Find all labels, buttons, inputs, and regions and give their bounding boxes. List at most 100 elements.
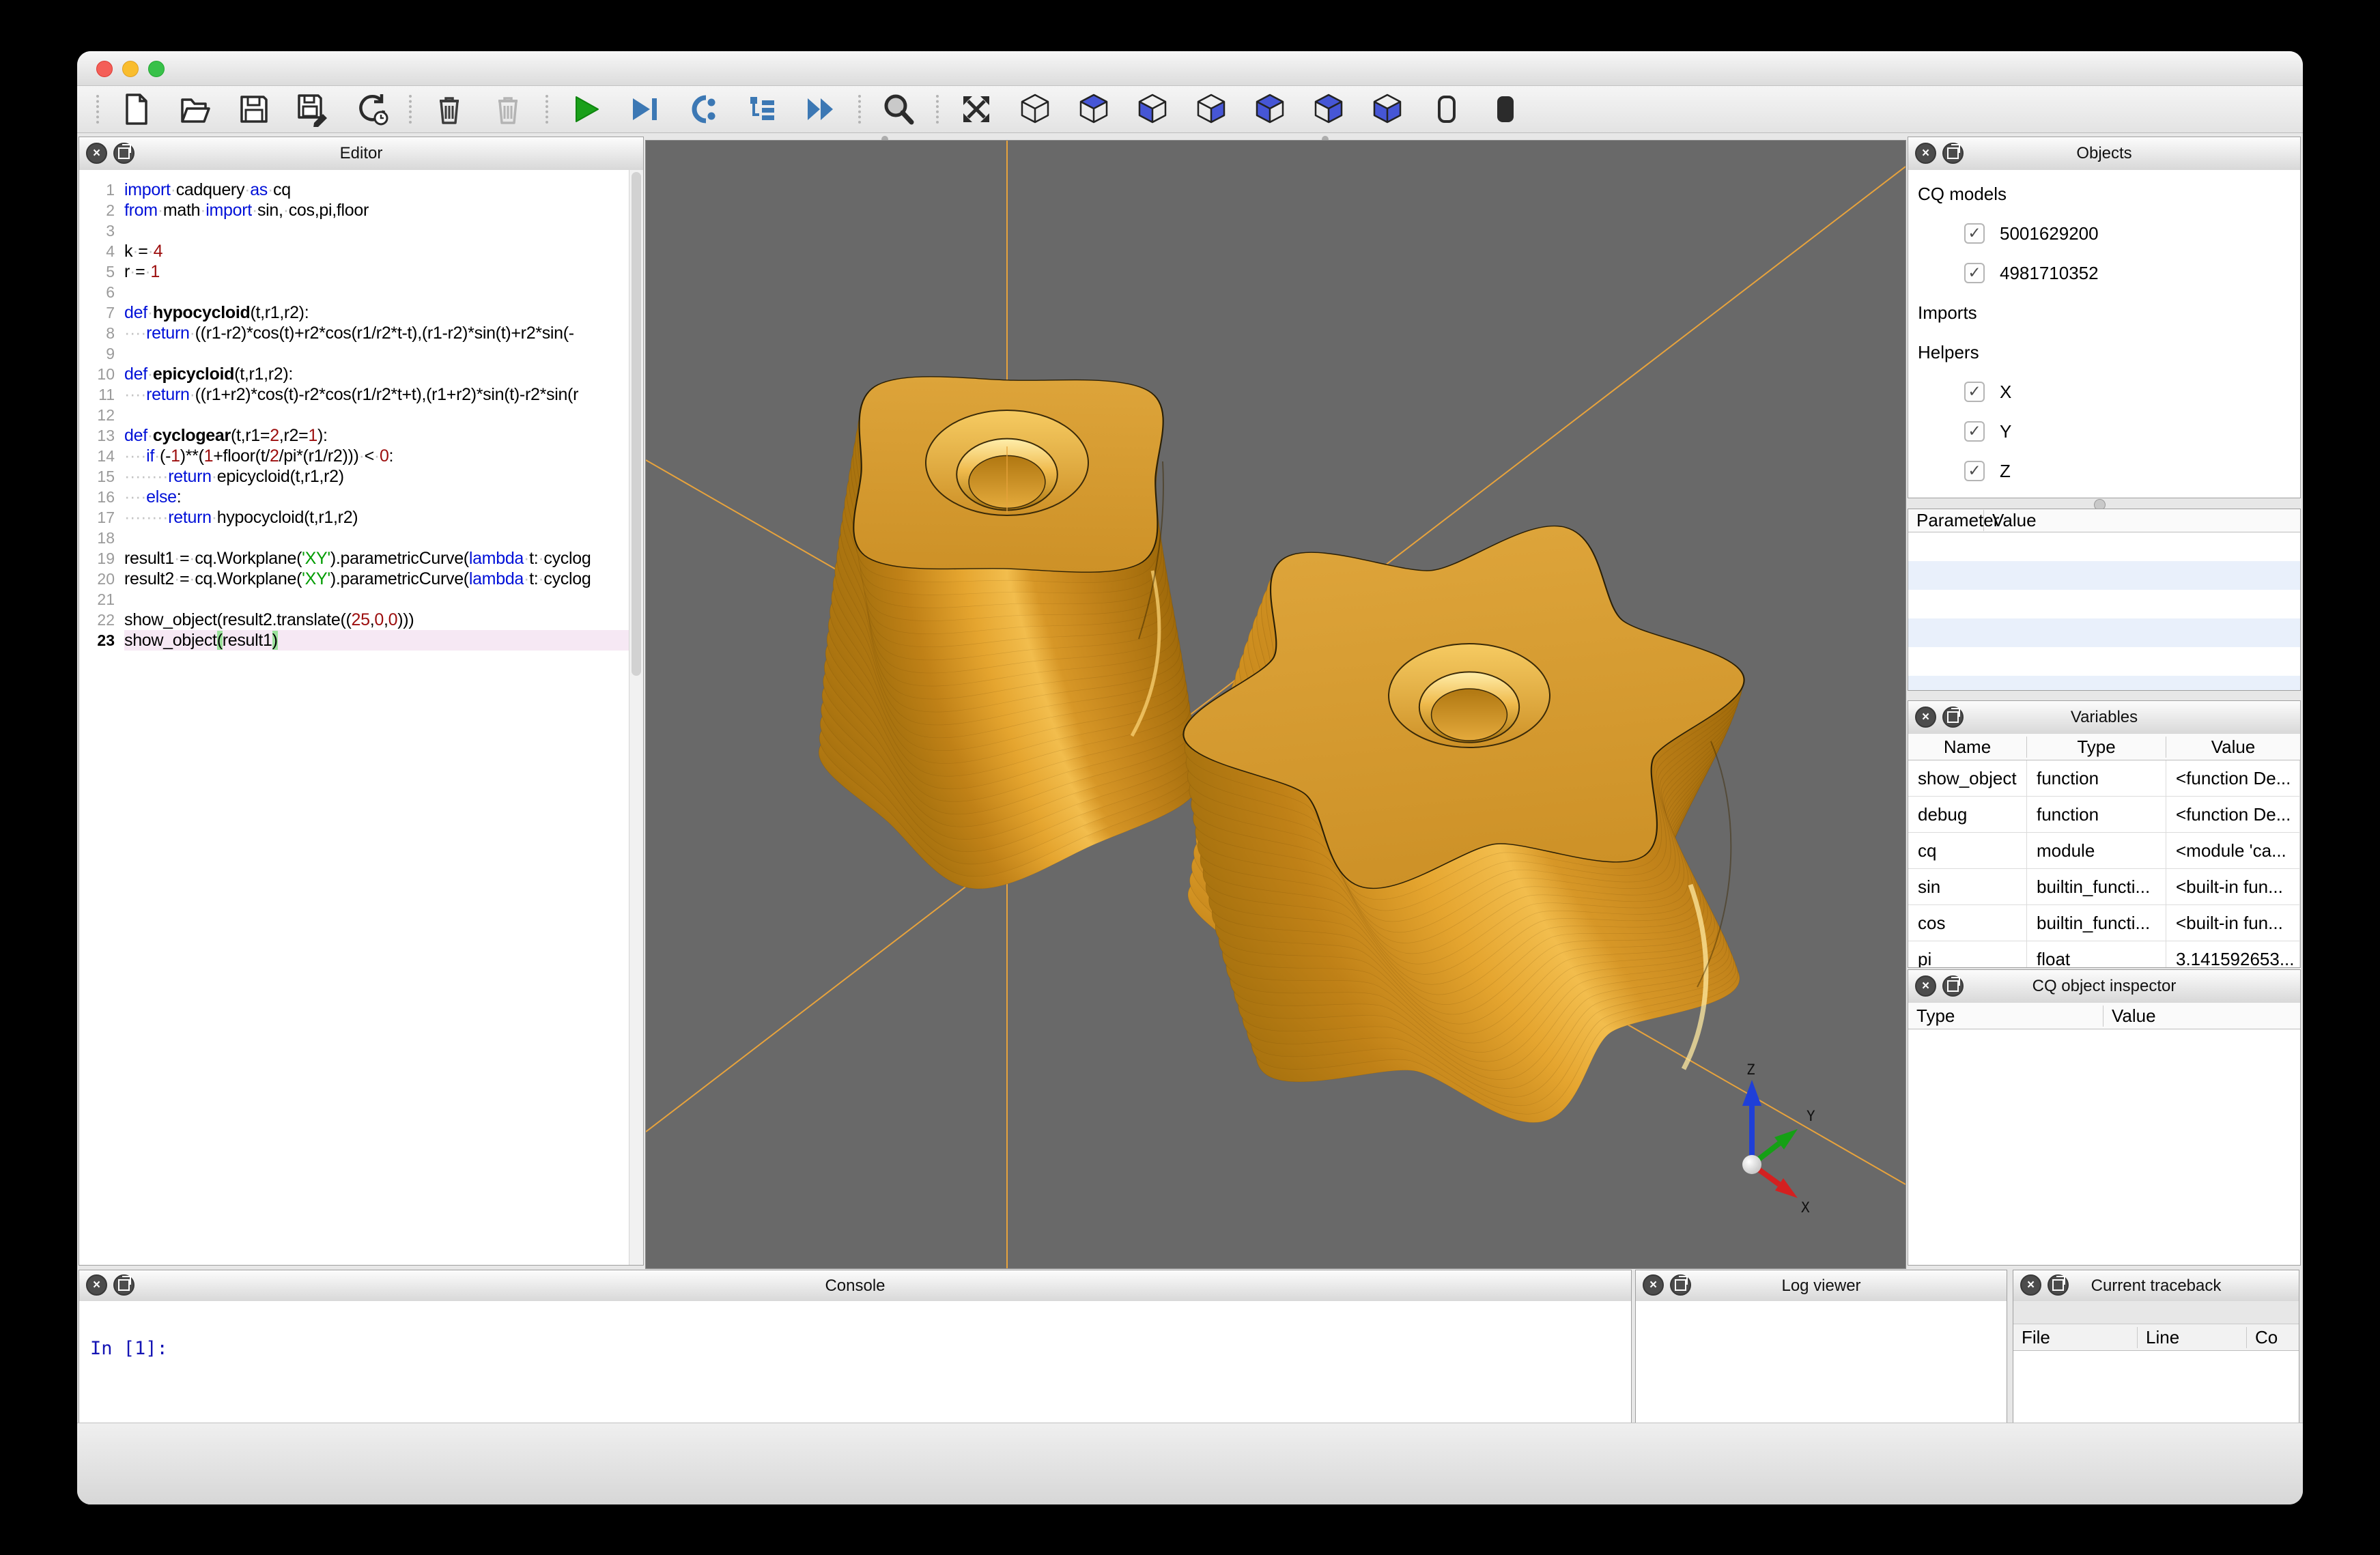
column-header-value[interactable]: Value	[1984, 510, 2037, 531]
close-panel-icon[interactable]: ×	[1915, 707, 1936, 728]
close-panel-icon[interactable]: ×	[1643, 1274, 1664, 1296]
code-line[interactable]: 10def·epicycloid(t,r1,r2):	[79, 364, 629, 384]
minimize-window-button[interactable]	[122, 61, 139, 77]
code-line[interactable]: 15········return·epicycloid(t,r1,r2)	[79, 466, 629, 487]
float-panel-icon[interactable]	[113, 1274, 134, 1296]
traceback-content[interactable]	[2013, 1351, 2299, 1423]
code-line[interactable]: 13def·cyclogear(t,r1=2,r2=1):	[79, 425, 629, 446]
variable-cell[interactable]: builtin_functi...	[2027, 905, 2166, 941]
view-left-button[interactable]	[1309, 90, 1348, 128]
shaded-button[interactable]	[1486, 90, 1524, 128]
variable-cell[interactable]: function	[2027, 797, 2166, 832]
variable-cell[interactable]: <function De...	[2166, 797, 2300, 832]
variable-cell[interactable]: cq	[1908, 833, 2027, 868]
code-line[interactable]: 20result2·=·cq.Workplane('XY').parametri…	[79, 569, 629, 589]
variable-cell[interactable]: show_object	[1908, 760, 2027, 796]
view-back-button[interactable]	[1251, 90, 1289, 128]
code-line[interactable]: 14····if·(-1)**(1+floor(t/2/pi*(r1/r2)))…	[79, 446, 629, 466]
variable-cell[interactable]: float	[2027, 941, 2166, 968]
new-file-button[interactable]	[117, 90, 156, 128]
toolbar-grip[interactable]	[96, 95, 99, 124]
variable-cell[interactable]: function	[2027, 760, 2166, 796]
code-line[interactable]: 5r·=·1	[79, 261, 629, 282]
close-panel-icon[interactable]: ×	[86, 1274, 107, 1296]
float-panel-icon[interactable]	[113, 143, 134, 164]
variable-cell[interactable]: <built-in fun...	[2166, 905, 2300, 941]
variable-cell[interactable]: debug	[1908, 797, 2027, 832]
code-line[interactable]: 21	[79, 589, 629, 610]
parameter-row[interactable]	[1908, 590, 2300, 618]
fit-view-button[interactable]	[879, 90, 918, 128]
step-into-button[interactable]	[743, 90, 781, 128]
float-panel-icon[interactable]	[1942, 707, 1964, 728]
zoom-window-button[interactable]	[148, 61, 165, 77]
float-panel-icon[interactable]	[1942, 143, 1964, 164]
code-line[interactable]: 22show_object(result2.translate((25,0,0)…	[79, 610, 629, 630]
open-file-button[interactable]	[176, 90, 214, 128]
float-panel-icon[interactable]	[1670, 1274, 1691, 1296]
view-top-button[interactable]	[1075, 90, 1113, 128]
parameter-row[interactable]	[1908, 561, 2300, 590]
code-line[interactable]: 23show_object(result1)	[79, 630, 629, 651]
delete-button[interactable]	[430, 90, 468, 128]
parameter-row[interactable]	[1908, 618, 2300, 647]
column-header-line[interactable]: Line	[2138, 1327, 2247, 1348]
variable-cell[interactable]: sin	[1908, 869, 2027, 904]
objects-tree-item[interactable]: Helpers	[1918, 332, 2300, 372]
parameter-row[interactable]	[1908, 647, 2300, 676]
variable-cell[interactable]: <module 'ca...	[2166, 833, 2300, 868]
column-header-file[interactable]: File	[2013, 1327, 2138, 1348]
reload-button[interactable]	[352, 90, 391, 128]
column-header-name[interactable]: Name	[1908, 737, 2027, 758]
debug-button[interactable]	[625, 90, 664, 128]
editor-scrollbar[interactable]	[629, 170, 643, 1265]
view-right-button[interactable]	[1368, 90, 1406, 128]
code-line[interactable]: 7def·hypocycloid(t,r1,r2):	[79, 302, 629, 323]
step-button[interactable]	[684, 90, 722, 128]
render-button[interactable]	[567, 90, 605, 128]
variable-row[interactable]: debugfunction<function De...	[1908, 797, 2300, 833]
checkbox[interactable]: ✓	[1964, 382, 1985, 402]
variable-cell[interactable]: <built-in fun...	[2166, 869, 2300, 904]
checkbox[interactable]: ✓	[1964, 223, 1985, 244]
code-line[interactable]: 16····else:	[79, 487, 629, 507]
variable-row[interactable]: show_objectfunction<function De...	[1908, 760, 2300, 797]
objects-tree-item[interactable]: ✓X	[1918, 372, 2300, 412]
variable-cell[interactable]: cos	[1908, 905, 2027, 941]
code-line[interactable]: 17········return·hypocycloid(t,r1,r2)	[79, 507, 629, 528]
code-line[interactable]: 4k·=·4	[79, 241, 629, 261]
variable-cell[interactable]: <function De...	[2166, 760, 2300, 796]
view-bottom-button[interactable]	[1133, 90, 1172, 128]
parameter-row[interactable]	[1908, 532, 2300, 561]
objects-tree-item[interactable]: ✓Y	[1918, 412, 2300, 451]
column-header-type[interactable]: Type	[1908, 1005, 2103, 1027]
checkbox[interactable]: ✓	[1964, 421, 1985, 442]
view-iso-button[interactable]	[1016, 90, 1054, 128]
variable-cell[interactable]: 3.141592653...	[2166, 941, 2300, 968]
save-as-button[interactable]	[294, 90, 332, 128]
variable-row[interactable]: cosbuiltin_functi...<built-in fun...	[1908, 905, 2300, 941]
checkbox[interactable]: ✓	[1964, 461, 1985, 481]
code-line[interactable]: 3	[79, 220, 629, 241]
variable-cell[interactable]: pi	[1908, 941, 2027, 968]
continue-button[interactable]	[802, 90, 840, 128]
variable-cell[interactable]: module	[2027, 833, 2166, 868]
objects-tree-item[interactable]: ✓Z	[1918, 451, 2300, 491]
save-button[interactable]	[235, 90, 273, 128]
variable-cell[interactable]: builtin_functi...	[2027, 869, 2166, 904]
column-header-value[interactable]: Value	[2103, 1005, 2156, 1027]
code-line[interactable]: 19result1·=·cq.Workplane('XY').parametri…	[79, 548, 629, 569]
objects-tree-item[interactable]: CQ models	[1918, 174, 2300, 214]
column-header-code[interactable]: Co	[2247, 1327, 2278, 1348]
code-line[interactable]: 2from·math·import·sin,·cos,pi,floor	[79, 200, 629, 220]
close-panel-icon[interactable]: ×	[1915, 975, 1936, 997]
console-output[interactable]: In [1]:	[79, 1301, 1631, 1423]
code-line[interactable]: 1import·cadquery·as·cq	[79, 180, 629, 200]
editor-code[interactable]: 1import·cadquery·as·cq2from·math·import·…	[79, 170, 629, 1265]
float-panel-icon[interactable]	[1942, 975, 1964, 997]
fit-all-button[interactable]	[957, 90, 995, 128]
variable-row[interactable]: sinbuiltin_functi...<built-in fun...	[1908, 869, 2300, 905]
code-line[interactable]: 8····return·((r1-r2)*cos(t)+r2*cos(r1/r2…	[79, 323, 629, 343]
objects-tree-item[interactable]: ✓5001629200	[1918, 214, 2300, 253]
close-panel-icon[interactable]: ×	[1915, 143, 1936, 164]
